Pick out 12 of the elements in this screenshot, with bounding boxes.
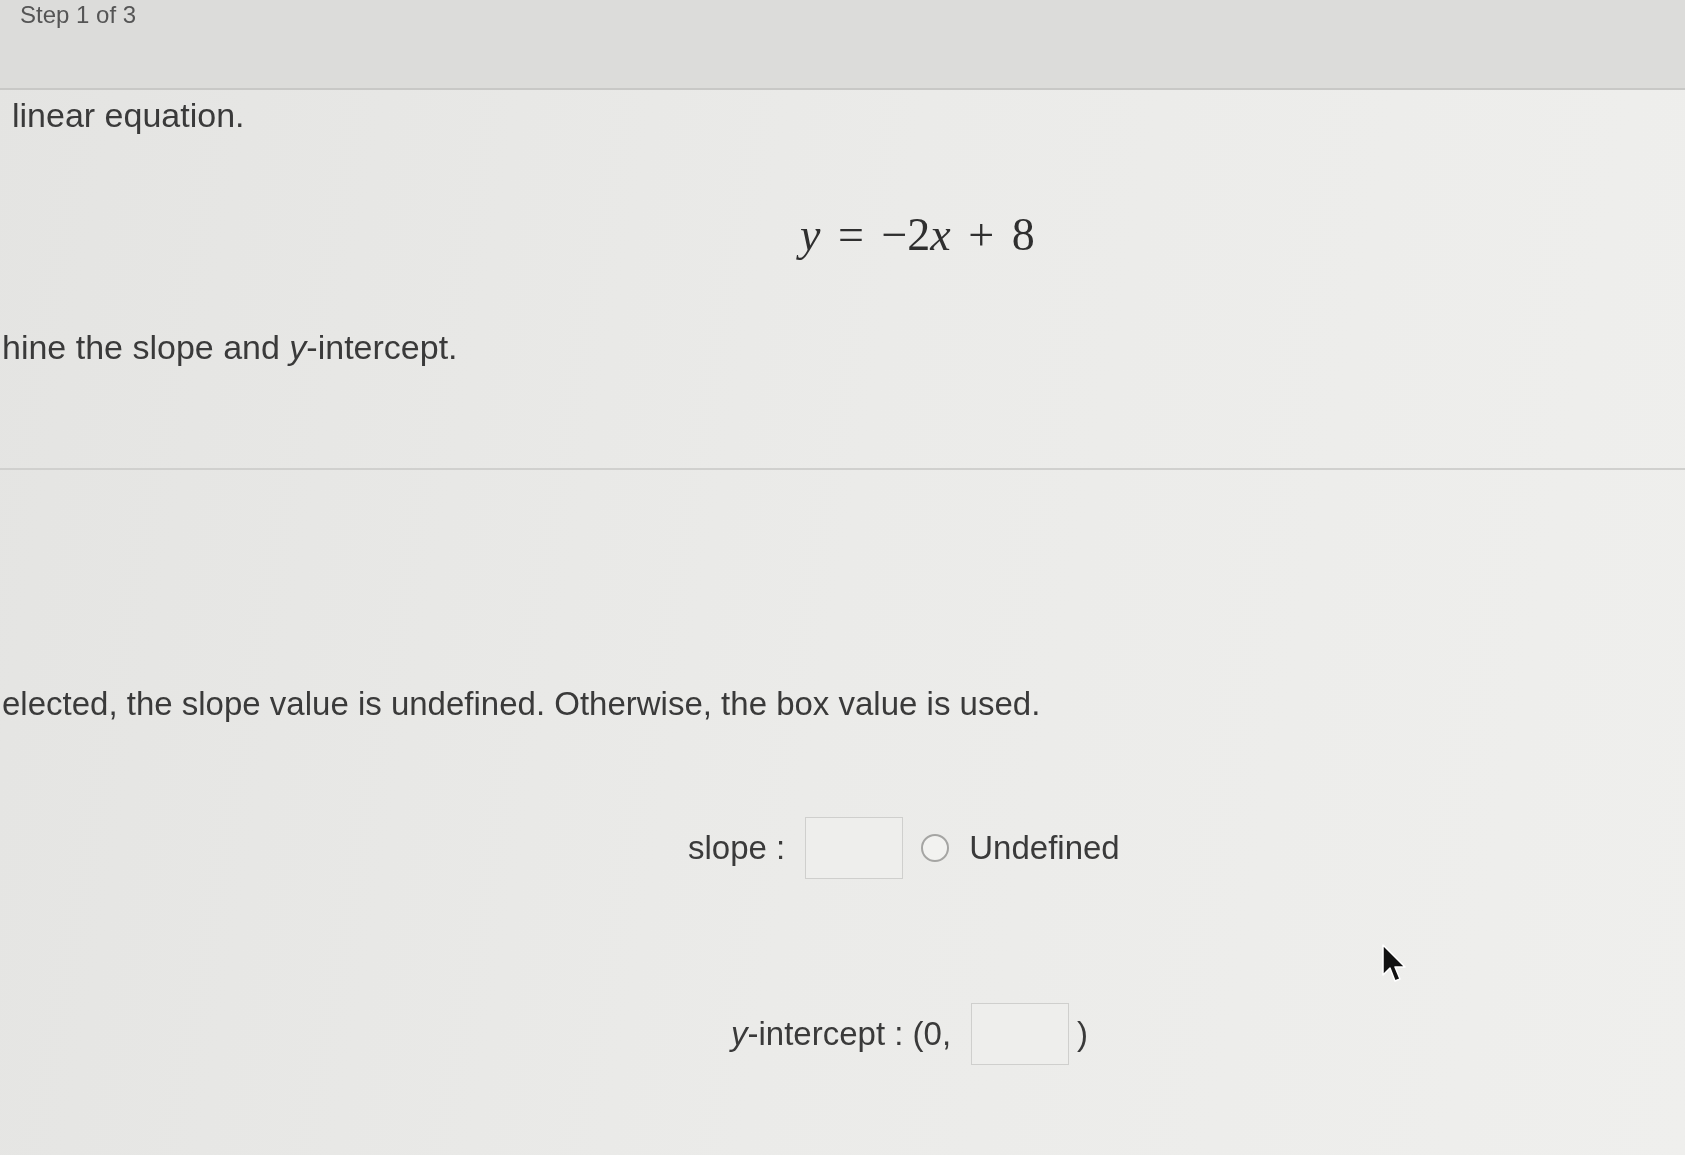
slope-label: slope : [688, 828, 786, 868]
y-intercept-input[interactable] [971, 1003, 1070, 1065]
cursor-icon [1382, 944, 1408, 984]
intro-text: linear equation. [12, 95, 245, 136]
note-text: elected, the slope value is undefined. Otherwise, the box value is used. [2, 684, 1041, 724]
radio-button[interactable] [921, 834, 950, 862]
y-intercept-label: y-intercept : (0, [731, 1014, 952, 1054]
instruction-text: hine the slope and y-intercept. [2, 327, 458, 368]
slope-input[interactable] [805, 817, 904, 879]
option-label: Undefined [969, 828, 1120, 868]
step-label: Step 1 of 3 [20, 2, 137, 28]
closing-paren: ) [1077, 1014, 1089, 1054]
